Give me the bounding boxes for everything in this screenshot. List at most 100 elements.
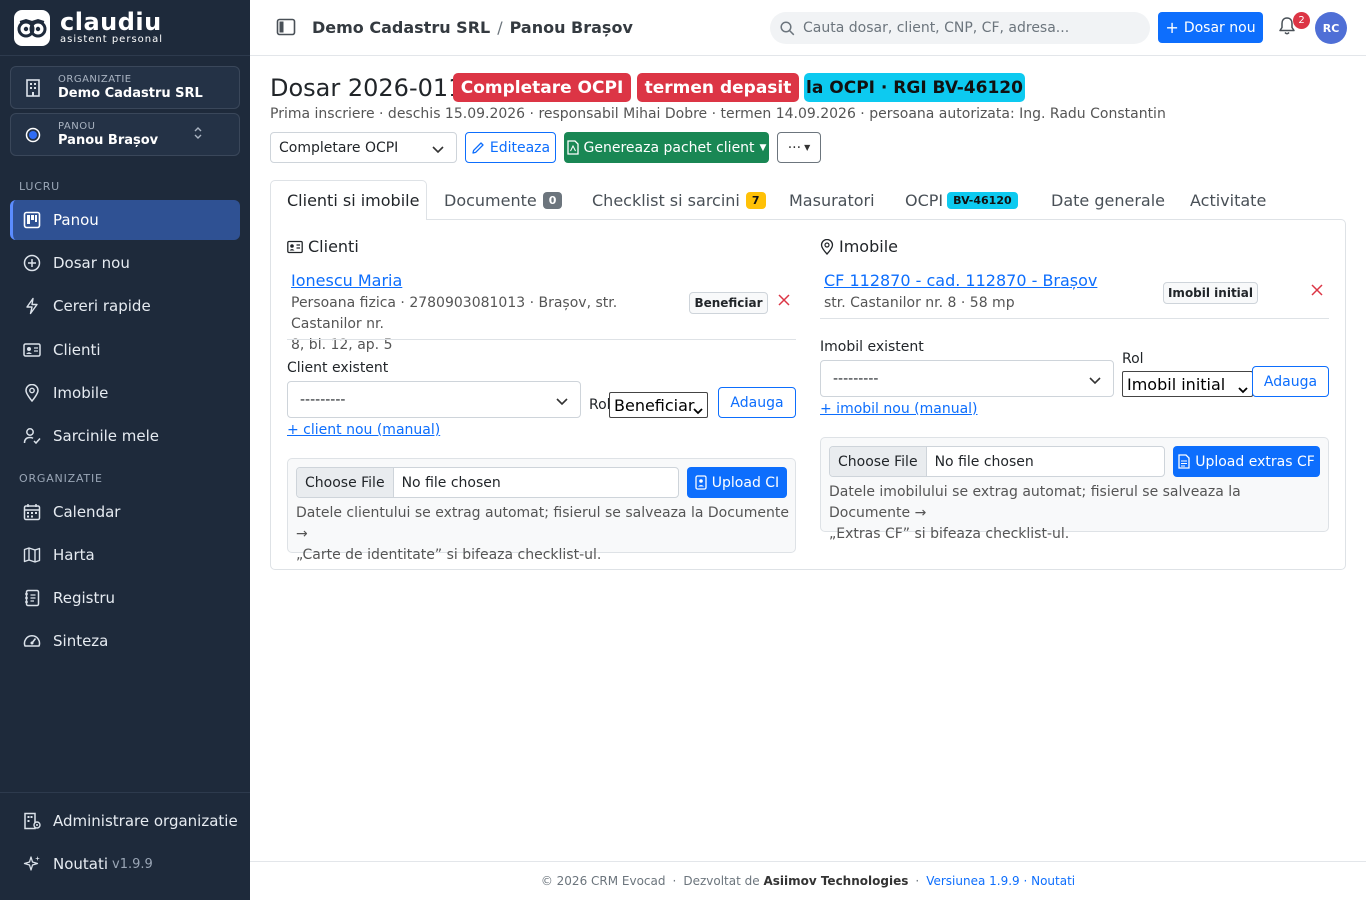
sidebar-item-clienti[interactable]: Clienti: [10, 330, 240, 370]
sidebar-toggle-icon[interactable]: [276, 18, 296, 40]
caret-down-icon: ▼: [759, 142, 767, 153]
new-client-link[interactable]: + client nou (manual): [287, 422, 440, 438]
generate-package-label: Genereaza pachet client: [583, 139, 755, 156]
property-upload-help-line1: Datele imobilului se extrag automat; fis…: [829, 484, 1241, 521]
generate-package-button[interactable]: Genereaza pachet client ▼: [564, 132, 769, 163]
sidebar-item-label: Cereri rapide: [53, 297, 151, 315]
client-role-label: Rol: [589, 397, 611, 413]
sidebar-item-panou[interactable]: Panou: [10, 200, 240, 240]
tab-date-generale[interactable]: Date generale: [1051, 180, 1165, 220]
property-add-button[interactable]: Adauga: [1252, 366, 1329, 397]
upload-extras-cf-button[interactable]: Upload extras CF: [1173, 446, 1320, 477]
property-existing-select[interactable]: ---------: [820, 360, 1114, 397]
brand[interactable]: claudiu asistent personal: [0, 0, 250, 56]
properties-heading-text: Imobile: [839, 237, 898, 256]
organization-label: ORGANIZATIE: [58, 74, 132, 85]
calendar-icon: [22, 502, 42, 522]
plus-circle-icon: [22, 253, 42, 273]
sidebar-item-dosar-nou[interactable]: Dosar nou: [10, 243, 240, 283]
choose-file-button[interactable]: Choose File: [830, 447, 927, 476]
client-role-select[interactable]: Beneficiar: [609, 392, 708, 418]
chevron-down-icon: [1238, 379, 1248, 398]
panel-switcher[interactable]: PANOU Panou Brașov: [10, 113, 240, 156]
property-existing-value: ---------: [833, 370, 879, 387]
tab-clienti-imobile[interactable]: Clienti si imobile: [270, 180, 427, 220]
file-pdf-icon: [566, 140, 579, 155]
tab-ocpi[interactable]: OCPI BV-46120: [905, 180, 1018, 220]
clients-heading: Clienti: [287, 237, 359, 256]
edit-button[interactable]: Editeaza: [465, 132, 556, 163]
new-dosar-button[interactable]: + Dosar nou: [1158, 12, 1263, 43]
divider: [287, 339, 796, 340]
sidebar-item-imobile[interactable]: Imobile: [10, 373, 240, 413]
sidebar-item-noutati[interactable]: Noutati v1.9.9: [10, 844, 240, 884]
file-status: No file chosen: [934, 453, 1034, 470]
tab-label: OCPI: [905, 190, 944, 210]
client-existing-label: Client existent: [287, 360, 389, 376]
sidebar-item-administrare[interactable]: Administrare organizatie: [10, 801, 240, 841]
sidebar-item-sinteza[interactable]: Sinteza: [10, 621, 240, 661]
person-vcard-icon: [22, 340, 42, 360]
client-upload-help-line1: Datele clientului se extrag automat; fis…: [296, 505, 790, 542]
client-file-input[interactable]: Choose File No file chosen: [296, 467, 679, 498]
lightning-icon: [22, 296, 42, 316]
client-existing-select[interactable]: ---------: [287, 381, 581, 418]
tab-masuratori[interactable]: Masuratori: [789, 180, 875, 220]
tab-documente[interactable]: Documente 0: [444, 180, 563, 220]
more-actions-button[interactable]: ··· ▼: [777, 132, 821, 163]
property-add-label: Adauga: [1263, 373, 1318, 390]
sidebar-item-label: Dosar nou: [53, 254, 130, 272]
tab-checklist[interactable]: Checklist si sarcini 7: [592, 180, 766, 220]
building-gear-icon: [22, 811, 42, 831]
footer-dev-name: Asiimov Technologies: [763, 874, 909, 888]
geo-pin-icon: [22, 383, 42, 403]
tab-activitate[interactable]: Activitate: [1190, 180, 1266, 220]
chevron-down-icon: [432, 142, 444, 158]
sidebar-item-cereri-rapide[interactable]: Cereri rapide: [10, 286, 240, 326]
search-input[interactable]: Cauta dosar, client, CNP, CF, adresa...: [770, 12, 1150, 44]
clients-heading-text: Clienti: [308, 237, 359, 256]
avatar[interactable]: RC: [1315, 12, 1347, 44]
breadcrumb-separator: /: [497, 18, 503, 37]
property-role-value: Imobil initial: [1127, 374, 1226, 394]
footer-version-link[interactable]: Versiunea 1.9.9 · Noutati: [926, 874, 1075, 888]
new-property-link[interactable]: + imobil nou (manual): [820, 401, 978, 417]
footer-separator: ·: [672, 874, 677, 888]
upload-ci-label: Upload CI: [711, 474, 780, 491]
footer-copyright: © 2026 CRM Evocad: [540, 874, 666, 888]
status-badge-stage: Completare OCPI: [453, 73, 631, 102]
page-title: Dosar 2026-011: [270, 74, 464, 102]
sidebar-item-registru[interactable]: Registru: [10, 578, 240, 618]
upload-ci-button[interactable]: Upload CI: [687, 467, 787, 498]
organization-switcher[interactable]: ORGANIZATIE Demo Cadastru SRL: [10, 66, 240, 109]
chevron-expand-icon: [193, 126, 203, 143]
choose-file-button[interactable]: Choose File: [297, 468, 394, 497]
kanban-icon: [22, 210, 42, 230]
client-name-link[interactable]: Ionescu Maria: [291, 271, 402, 290]
status-badge-deadline: termen depasit: [637, 73, 799, 102]
breadcrumb-organization[interactable]: Demo Cadastru SRL: [312, 18, 490, 37]
property-role-select[interactable]: Imobil initial: [1122, 371, 1253, 397]
tab-label: Activitate: [1190, 190, 1267, 210]
remove-client-icon[interactable]: [777, 292, 791, 312]
property-role-badge: Imobil initial: [1163, 282, 1258, 304]
footer-separator: ·: [915, 874, 920, 888]
remove-property-icon[interactable]: [1310, 282, 1324, 302]
panel-name: Panou Brașov: [58, 133, 159, 148]
sidebar-item-harta[interactable]: Harta: [10, 535, 240, 575]
sidebar-item-label: Clienti: [53, 341, 101, 359]
property-title-link[interactable]: CF 112870 - cad. 112870 - Brașov: [824, 271, 1097, 290]
plus-icon: +: [1165, 18, 1179, 37]
client-add-button[interactable]: Adauga: [718, 387, 796, 418]
status-select[interactable]: Completare OCPI: [270, 132, 457, 163]
sidebar-item-label: Administrare organizatie: [53, 812, 238, 830]
sidebar-item-sarcinile-mele[interactable]: Sarcinile mele: [10, 416, 240, 456]
sidebar-item-label: Sinteza: [53, 632, 109, 650]
circle-dot-icon: [23, 125, 43, 145]
building-icon: [23, 78, 43, 98]
chevron-down-icon: [693, 400, 703, 419]
sidebar-item-label: Noutati: [53, 855, 109, 873]
sidebar-item-calendar[interactable]: Calendar: [10, 492, 240, 532]
property-file-input[interactable]: Choose File No file chosen: [829, 446, 1165, 477]
sidebar-item-label: Sarcinile mele: [53, 427, 160, 445]
